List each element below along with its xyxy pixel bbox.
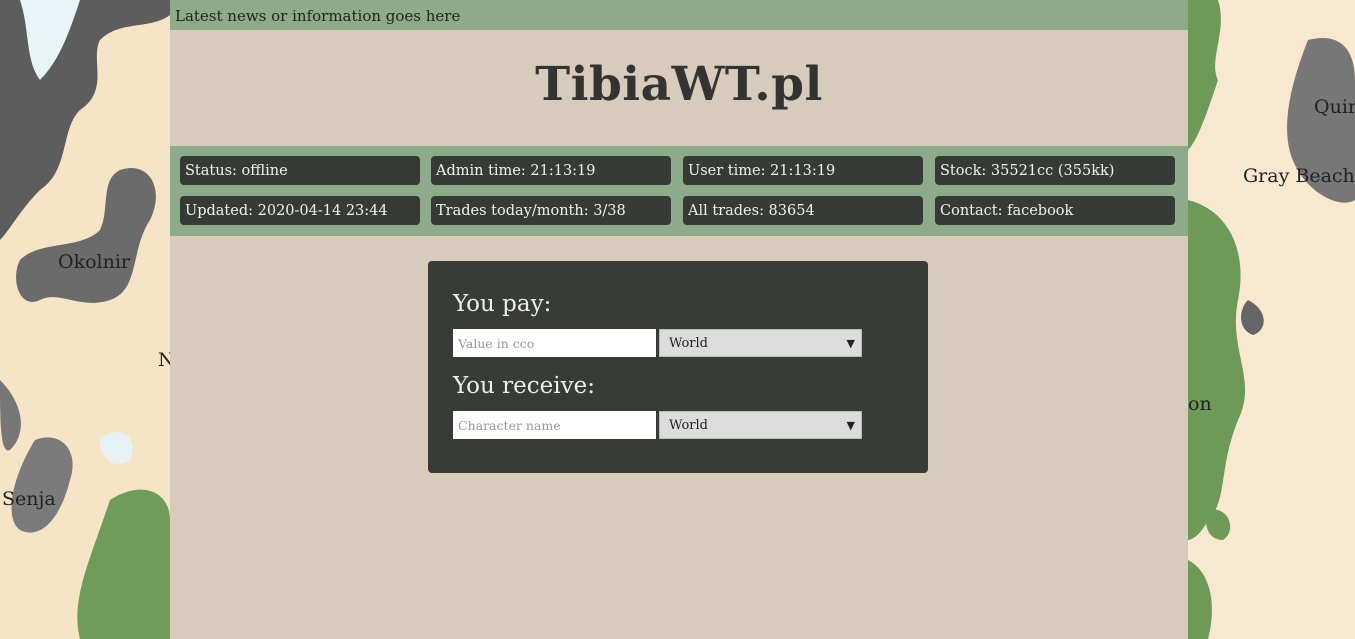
all-trades-box: All trades: 83654 bbox=[683, 196, 923, 225]
character-name-input[interactable] bbox=[453, 411, 656, 439]
contact-box[interactable]: Contact: facebook bbox=[935, 196, 1175, 225]
chevron-down-icon: ▼ bbox=[846, 419, 855, 432]
trade-form: You pay: World ▼ You receive: World ▼ bbox=[428, 261, 928, 473]
pay-world-value: World bbox=[669, 336, 708, 351]
pay-row: World ▼ bbox=[453, 329, 903, 357]
trades-count-box: Trades today/month: 3/38 bbox=[431, 196, 671, 225]
stats-panel: Status: offline Admin time: 21:13:19 Use… bbox=[170, 146, 1188, 236]
pay-heading: You pay: bbox=[453, 291, 552, 317]
map-label-quir: Quir bbox=[1314, 96, 1355, 118]
map-label-gray-beach: Gray Beach bbox=[1243, 165, 1355, 187]
map-label-n: N bbox=[158, 349, 170, 371]
pay-value-input[interactable] bbox=[453, 329, 656, 357]
receive-row: World ▼ bbox=[453, 411, 903, 439]
main-content: Latest news or information goes here Tib… bbox=[170, 0, 1188, 639]
stock-box: Stock: 35521cc (355kk) bbox=[935, 156, 1175, 185]
map-label-on: on bbox=[1188, 393, 1212, 415]
admin-time-box: Admin time: 21:13:19 bbox=[431, 156, 671, 185]
map-left-art: Okolnir Senja N bbox=[0, 0, 170, 639]
site-title: TibiaWT.pl bbox=[535, 57, 823, 112]
user-time-box: User time: 21:13:19 bbox=[683, 156, 923, 185]
receive-world-value: World bbox=[669, 418, 708, 433]
background-map-left: Okolnir Senja N bbox=[0, 0, 170, 639]
map-label-okolnir: Okolnir bbox=[58, 251, 131, 273]
chevron-down-icon: ▼ bbox=[846, 337, 855, 350]
news-bar: Latest news or information goes here bbox=[170, 0, 1188, 30]
status-box: Status: offline bbox=[180, 156, 420, 185]
map-right-art: Quir Gray Beach on bbox=[1188, 0, 1355, 639]
pay-world-select[interactable]: World ▼ bbox=[659, 329, 862, 357]
receive-heading: You receive: bbox=[453, 373, 595, 399]
background-map-right: Quir Gray Beach on bbox=[1188, 0, 1355, 639]
receive-world-select[interactable]: World ▼ bbox=[659, 411, 862, 439]
map-label-senja: Senja bbox=[2, 488, 56, 510]
updated-box: Updated: 2020-04-14 23:44 bbox=[180, 196, 420, 225]
